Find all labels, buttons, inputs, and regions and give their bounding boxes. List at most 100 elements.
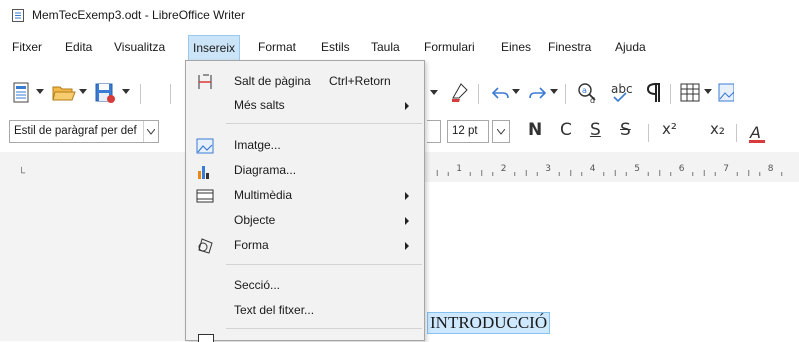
toolbar-separator: [565, 84, 566, 104]
object-label: Objecte: [234, 213, 275, 227]
submenu-arrow-icon: [405, 242, 409, 250]
menu-item-shape[interactable]: Forma: [186, 234, 424, 258]
tab-stop-selector[interactable]: └: [18, 168, 25, 179]
chevron-down-icon[interactable]: [122, 89, 130, 95]
font-size-dropdown-button[interactable]: [492, 120, 510, 143]
ruler-number: 8: [768, 164, 774, 174]
menu-estils[interactable]: Estils: [321, 40, 350, 54]
open-folder-icon[interactable]: [52, 84, 76, 102]
menu-item-object[interactable]: Objecte: [186, 209, 424, 233]
new-document-icon[interactable]: [12, 82, 32, 104]
submenu-arrow-icon: [405, 192, 409, 200]
writer-document-icon: [12, 9, 24, 22]
underline-button[interactable]: S: [590, 120, 601, 140]
menu-formulari[interactable]: Formulari: [424, 40, 475, 54]
chevron-down-icon: [497, 129, 505, 135]
spelling-icon[interactable]: abc: [610, 81, 636, 105]
save-icon[interactable]: [94, 82, 116, 104]
ruler-number: 6: [679, 164, 685, 174]
menu-bar: Fitxer Edita Visualitza Insereix Format …: [0, 34, 799, 60]
menu-separator: [226, 328, 422, 329]
ruler-number: 5: [634, 164, 640, 174]
menu-item-more-breaks[interactable]: Més salts: [186, 94, 424, 118]
page-break-shortcut: Ctrl+Retorn: [329, 74, 391, 88]
toolbar-separator: [670, 84, 671, 104]
menu-item-image[interactable]: Imatge...: [186, 134, 424, 158]
font-name-dropdown-edge[interactable]: [427, 120, 441, 143]
submenu-arrow-icon: [405, 217, 409, 225]
menu-edita[interactable]: Edita: [65, 40, 92, 54]
insert-image-icon[interactable]: [718, 83, 734, 103]
menu-fitxer[interactable]: Fitxer: [12, 40, 42, 54]
superscript-button[interactable]: x²: [662, 120, 677, 138]
chevron-down-icon[interactable]: [143, 121, 158, 142]
paste-dropdown-icon[interactable]: [429, 84, 439, 102]
multimedia-label: Multimèdia: [234, 188, 292, 202]
more-breaks-label: Més salts: [234, 98, 285, 112]
font-color-icon[interactable]: A: [748, 122, 766, 144]
toolbar-separator: [736, 124, 737, 142]
menu-eines[interactable]: Eines: [501, 40, 531, 54]
menu-visualitza[interactable]: Visualitza: [114, 40, 165, 54]
svg-text:abc: abc: [611, 82, 633, 96]
chevron-down-icon[interactable]: [550, 89, 558, 95]
redo-icon[interactable]: [528, 84, 548, 102]
shape-icon: [196, 237, 214, 255]
paragraph-style-select[interactable]: Estil de paràgraf per def: [9, 120, 159, 143]
menu-taula[interactable]: Taula: [371, 40, 400, 54]
multimedia-icon: [196, 187, 214, 205]
insert-menu: Salt de pàgina Ctrl+Retorn Més salts Ima…: [185, 60, 425, 341]
toolbar-separator: [170, 84, 171, 104]
strikethrough-button[interactable]: S: [620, 120, 631, 140]
chevron-down-icon[interactable]: [36, 89, 44, 95]
document-heading-selected[interactable]: INTRODUCCIÓ: [427, 312, 550, 334]
menu-insereix[interactable]: Insereix: [188, 35, 240, 60]
formatting-marks-icon[interactable]: [646, 82, 662, 104]
find-replace-icon[interactable]: a d: [576, 81, 600, 105]
window-title: MemTecExemp3.odt - LibreOffice Writer: [32, 8, 245, 22]
text-from-file-label: Text del fitxer...: [234, 303, 314, 317]
bold-button[interactable]: N: [528, 120, 542, 140]
menu-finestra[interactable]: Finestra: [548, 40, 591, 54]
svg-text:A: A: [749, 123, 761, 142]
paragraph-style-value: Estil de paràgraf per def: [14, 125, 137, 137]
ruler-number: 2: [501, 164, 507, 174]
page-break-icon: [196, 73, 214, 91]
chevron-down-icon[interactable]: [79, 89, 87, 95]
undo-icon[interactable]: [490, 84, 510, 102]
image-label: Imatge...: [234, 138, 281, 152]
ruler-number: 4: [590, 164, 596, 174]
menu-ajuda[interactable]: Ajuda: [615, 40, 646, 54]
menu-item-section[interactable]: Secció...: [186, 274, 424, 298]
insert-table-icon[interactable]: [680, 83, 700, 103]
menu-separator: [226, 123, 422, 124]
ruler-number: 1: [456, 164, 462, 174]
chart-icon: [196, 162, 214, 180]
menu-item-page-break[interactable]: Salt de pàgina Ctrl+Retorn: [186, 70, 424, 94]
title-bar: MemTecExemp3.odt - LibreOffice Writer: [0, 0, 799, 30]
svg-text:d: d: [590, 96, 595, 105]
font-size-value: 12 pt: [452, 125, 478, 137]
horizontal-ruler: 1 2 3 4 5 6 7 8: [425, 162, 799, 178]
italic-button[interactable]: C: [560, 120, 572, 140]
chevron-down-icon[interactable]: [704, 89, 712, 95]
menu-separator: [226, 264, 422, 265]
page-break-label: Salt de pàgina: [234, 74, 311, 88]
menu-item-multimedia[interactable]: Multimèdia: [186, 184, 424, 208]
subscript-button[interactable]: x₂: [710, 120, 725, 138]
menu-item-text-from-file[interactable]: Text del fitxer...: [186, 299, 424, 323]
section-label: Secció...: [234, 278, 280, 292]
submenu-arrow-icon: [405, 102, 409, 110]
menu-item-chart[interactable]: Diagrama...: [186, 159, 424, 183]
clone-formatting-icon[interactable]: [449, 82, 471, 104]
toolbar-separator: [478, 84, 479, 104]
font-size-select[interactable]: 12 pt: [447, 120, 489, 143]
chevron-down-icon[interactable]: [512, 89, 520, 95]
svg-text:a: a: [582, 86, 587, 95]
image-icon: [196, 137, 214, 155]
ruler-number: 7: [723, 164, 729, 174]
ruler-number: 3: [545, 164, 551, 174]
toolbar-separator: [648, 124, 649, 142]
menu-format[interactable]: Format: [258, 40, 296, 54]
chart-label: Diagrama...: [234, 163, 296, 177]
